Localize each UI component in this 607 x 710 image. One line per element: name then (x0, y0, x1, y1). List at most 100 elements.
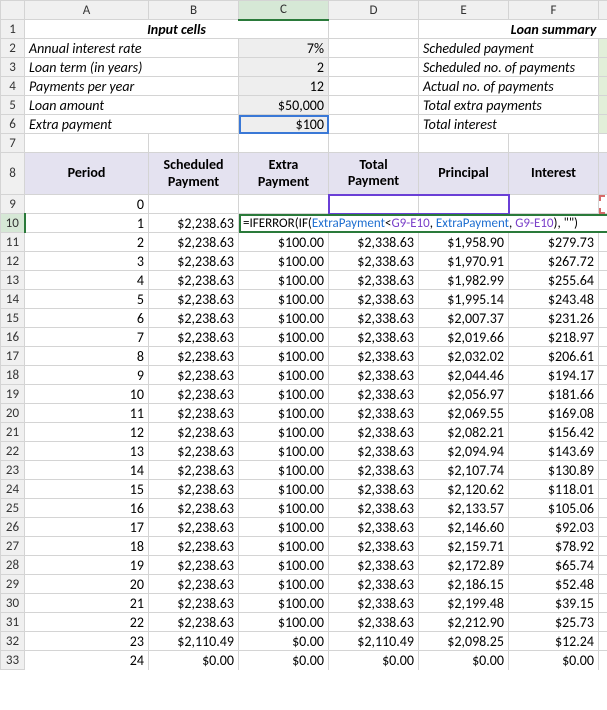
cell-balance[interactable]: $0.00 (599, 651, 607, 670)
cell-balance[interactable]: $43,823.22 (599, 252, 607, 271)
cell-sched[interactable]: $2,238.63 (149, 556, 239, 575)
cell-sched[interactable]: $2,238.63 (149, 252, 239, 271)
cell-total[interactable]: $2,338.63 (329, 499, 419, 518)
row-header[interactable]: 1 (1, 20, 25, 39)
cell-sched[interactable]: $2,110.49 (149, 632, 239, 651)
cell-sched[interactable]: $2,238.63 (149, 499, 239, 518)
cell-total[interactable]: $2,338.63 (329, 461, 419, 480)
cell-interest[interactable]: $12.24 (509, 632, 599, 651)
row-header[interactable]: 7 (1, 134, 25, 153)
cell-period[interactable]: 15 (25, 480, 149, 499)
cell-interest[interactable]: $181.66 (509, 385, 599, 404)
cell-total[interactable]: $2,338.63 (329, 423, 419, 442)
cell-sched[interactable]: $2,238.63 (149, 366, 239, 385)
cell-principal[interactable]: $2,159.71 (419, 537, 509, 556)
value-loan-term[interactable]: 2 (239, 58, 329, 77)
cell-total[interactable]: $2,338.63 (329, 556, 419, 575)
cell-extra[interactable]: $100.00 (239, 385, 329, 404)
cell-period[interactable]: 0 (25, 195, 149, 214)
row-header[interactable]: 23 (1, 461, 25, 480)
cell-extra[interactable]: $100.00 (239, 499, 329, 518)
cell-principal[interactable]: $1,982.99 (419, 271, 509, 290)
label-extra-payment[interactable]: Extra payment (25, 115, 239, 134)
row-header[interactable]: 5 (1, 96, 25, 115)
col-header[interactable]: E (419, 1, 509, 20)
cell-period[interactable]: 9 (25, 366, 149, 385)
cell-total[interactable]: $2,338.63 (329, 290, 419, 309)
cell-sched[interactable]: $2,238.63 (149, 594, 239, 613)
cell-balance[interactable]: $4,411.14 (599, 594, 607, 613)
col-header[interactable]: A (25, 1, 149, 20)
row-header[interactable]: 2 (1, 39, 25, 58)
row-header[interactable]: 21 (1, 423, 25, 442)
cell-balance[interactable]: $8,996.77 (599, 556, 607, 575)
cell-balance-start[interactable]: $50,000.00 (599, 195, 607, 214)
cell-extra[interactable]: $100.00 (239, 480, 329, 499)
cell[interactable] (149, 195, 239, 214)
cell-interest[interactable]: $118.01 (509, 480, 599, 499)
summary-section-header[interactable]: Loan summary (419, 20, 607, 39)
cell-period[interactable]: 18 (25, 537, 149, 556)
cell-principal[interactable]: $2,056.97 (419, 385, 509, 404)
value-scheduled-no[interactable] (599, 58, 607, 77)
row-header[interactable]: 9 (1, 195, 25, 214)
cell-extra[interactable]: $100.00 (239, 404, 329, 423)
cell-period[interactable]: 14 (25, 461, 149, 480)
cell-balance[interactable]: $6,710.63 (599, 575, 607, 594)
cell-balance[interactable]: $37,537.72 (599, 309, 607, 328)
cell-interest[interactable]: $25.73 (509, 613, 599, 632)
cell-period[interactable]: 16 (25, 499, 149, 518)
row-header[interactable]: 32 (1, 632, 25, 651)
cell[interactable] (149, 134, 239, 153)
cell-total[interactable]: $2,110.49 (329, 632, 419, 651)
cell-period[interactable]: 23 (25, 632, 149, 651)
row-header[interactable]: 14 (1, 290, 25, 309)
label-loan-term[interactable]: Loan term (in years) (25, 58, 239, 77)
row-header[interactable]: 17 (1, 347, 25, 366)
cell[interactable] (509, 134, 599, 153)
cell-principal[interactable]: $2,172.89 (419, 556, 509, 575)
cell-balance[interactable]: $26,815.05 (599, 404, 607, 423)
value-total-extra[interactable] (599, 96, 607, 115)
cell-period[interactable]: 8 (25, 347, 149, 366)
cell[interactable] (239, 195, 329, 214)
input-section-header[interactable]: Input cells (25, 20, 329, 39)
cell-period[interactable]: 1 (25, 214, 149, 233)
cell-principal[interactable]: $0.00 (419, 651, 509, 670)
label-actual-no[interactable]: Actual no. of payments (419, 77, 599, 96)
cell[interactable] (509, 195, 599, 214)
cell-sched[interactable]: $2,238.63 (149, 423, 239, 442)
row-header[interactable]: 16 (1, 328, 25, 347)
label-scheduled-no[interactable]: Scheduled no. of payments (419, 58, 599, 77)
cell-interest[interactable]: $52.48 (509, 575, 599, 594)
cell-balance[interactable]: $24,632.85 (599, 423, 607, 442)
row-header[interactable]: 30 (1, 594, 25, 613)
cell-interest[interactable]: $218.97 (509, 328, 599, 347)
cell-period[interactable]: 22 (25, 613, 149, 632)
cell-balance[interactable]: $18,009.55 (599, 480, 607, 499)
cell-total[interactable]: $2,338.63 (329, 537, 419, 556)
cell-sched[interactable]: $0.00 (149, 651, 239, 670)
cell-principal[interactable]: $1,958.90 (419, 233, 509, 252)
cell-interest[interactable]: $231.26 (509, 309, 599, 328)
row-header[interactable]: 22 (1, 442, 25, 461)
label-annual-rate[interactable]: Annual interest rate (25, 39, 239, 58)
cell-extra[interactable]: $0.00 (239, 632, 329, 651)
row-header[interactable]: 18 (1, 366, 25, 385)
cell[interactable] (329, 134, 419, 153)
cell-balance[interactable]: $31,141.57 (599, 366, 607, 385)
cell-sched[interactable]: $2,238.63 (149, 518, 239, 537)
cell-interest[interactable]: $243.48 (509, 290, 599, 309)
cell-period[interactable]: 19 (25, 556, 149, 575)
cell-extra[interactable]: $100.00 (239, 518, 329, 537)
cell-extra[interactable]: $100.00 (239, 366, 329, 385)
spreadsheet-grid[interactable]: A B C D E F G 1 Input cells Loan summary… (0, 0, 607, 670)
label-scheduled-payment[interactable]: Scheduled payment (419, 39, 599, 58)
cell-sched[interactable]: $2,238.63 (149, 613, 239, 632)
cell-extra[interactable]: $100.00 (239, 271, 329, 290)
cell-sched[interactable]: $2,238.63 (149, 290, 239, 309)
cell-interest[interactable]: $206.61 (509, 347, 599, 366)
value-ppy[interactable]: 12 (239, 77, 329, 96)
cell[interactable] (329, 20, 419, 39)
cell-principal[interactable]: $2,199.48 (419, 594, 509, 613)
